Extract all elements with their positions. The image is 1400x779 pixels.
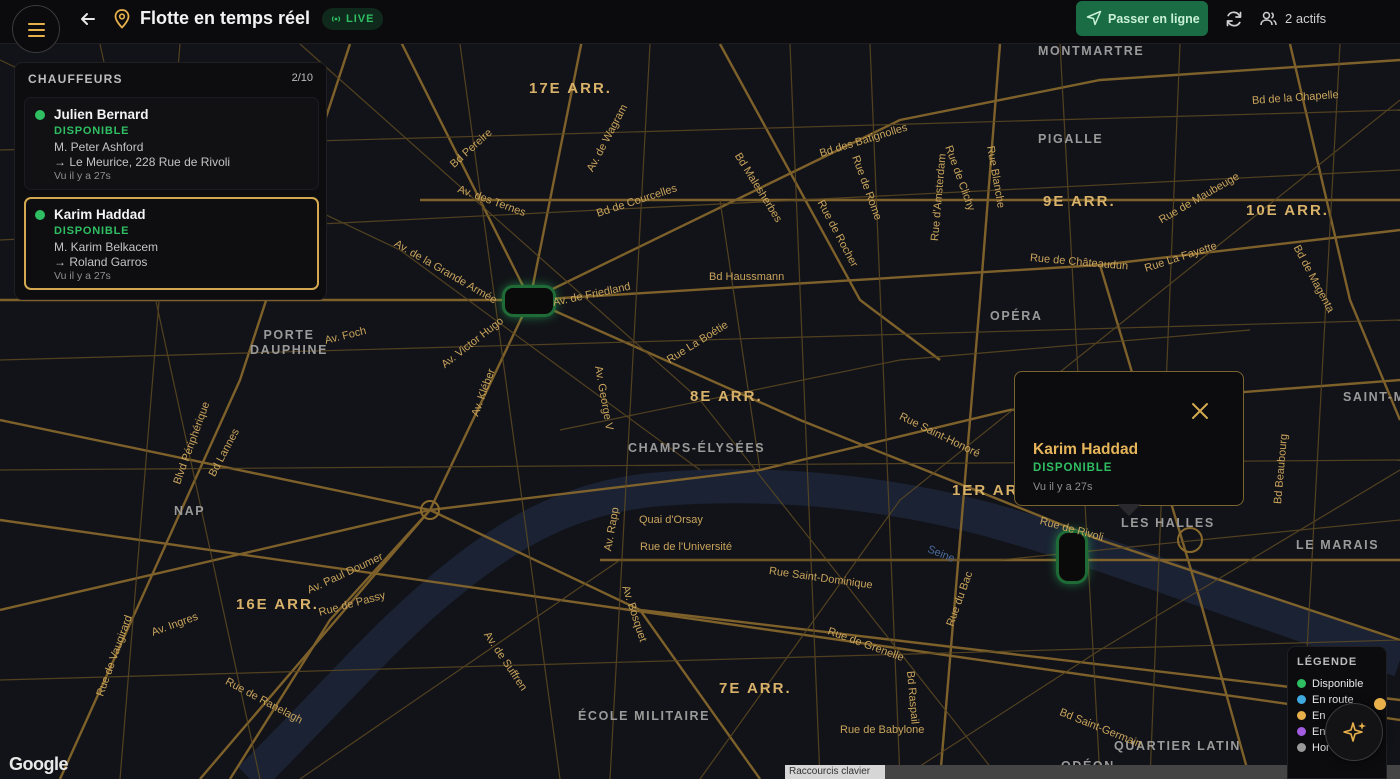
district-label: OPÉRA [990, 309, 1043, 323]
top-bar: Flotte en temps réel LIVE Passer en lign… [0, 0, 1400, 44]
legend-dot [1297, 711, 1306, 720]
app-root: 17E ARR. 9E ARR. 10E ARR. 8E ARR. 16E AR… [0, 0, 1400, 779]
arr-label: 7E ARR. [719, 680, 792, 697]
arr-label: 1ER AR [952, 482, 1019, 499]
live-badge: LIVE [322, 8, 384, 30]
legend-dot [1297, 679, 1306, 688]
driver-status: DISPONIBLE [54, 125, 130, 137]
district-label: LES HALLES [1121, 516, 1215, 530]
street-label: Quai d'Orsay [639, 514, 703, 526]
drivers-panel-title: CHAUFFEURS [28, 72, 123, 86]
arr-label: 9E ARR. [1043, 193, 1116, 210]
broadcast-icon [331, 16, 341, 22]
driver-destination: → Roland Garros [54, 255, 148, 269]
district-label: MONTMARTRE [1038, 44, 1145, 58]
refresh-icon[interactable] [1224, 9, 1244, 29]
popup-last-seen: Vu il y a 27s [1033, 481, 1093, 493]
street-label: Rue de Babylone [840, 724, 925, 736]
menu-button[interactable] [12, 5, 60, 53]
navigation-icon [1086, 10, 1102, 26]
back-arrow-icon[interactable] [78, 9, 98, 29]
users-icon [1260, 10, 1277, 27]
popup-driver-status: DISPONIBLE [1033, 462, 1113, 474]
drivers-count: 2/10 [291, 72, 313, 84]
legend-label: Disponible [1312, 678, 1364, 690]
go-online-button[interactable]: Passer en ligne [1076, 1, 1208, 36]
district-label: NAP [174, 504, 206, 518]
driver-status: DISPONIBLE [54, 225, 130, 237]
keyboard-shortcuts-link[interactable]: Raccourcis clavier [785, 765, 885, 779]
district-label: PORTE DAUPHINE [249, 328, 329, 357]
driver-card-karim-haddad[interactable]: Karim Haddad DISPONIBLE M. Karim Belkace… [24, 197, 319, 290]
go-online-label: Passer en ligne [1108, 11, 1200, 26]
district-label: ÉCOLE MILITAIRE [578, 709, 711, 723]
status-dot [35, 110, 45, 120]
vehicle-marker-julien[interactable] [505, 288, 553, 314]
district-label: PIGALLE [1038, 132, 1104, 146]
notification-dot [1374, 698, 1386, 710]
driver-name: Karim Haddad [54, 207, 146, 222]
legend-item-5: Hor [1297, 742, 1330, 754]
legend-dot [1297, 695, 1306, 704]
close-icon[interactable] [1190, 401, 1210, 421]
driver-card-julien-bernard[interactable]: Julien Bernard DISPONIBLE M. Peter Ashfo… [24, 97, 319, 190]
legend-label: En [1312, 726, 1326, 738]
legend-title: LÉGENDE [1297, 656, 1358, 668]
drivers-panel: CHAUFFEURS 2/10 Julien Bernard DISPONIBL… [14, 62, 327, 300]
driver-client: M. Peter Ashford [54, 140, 144, 154]
driver-last-seen: Vu il y a 27s [54, 170, 111, 182]
arr-label: 8E ARR. [690, 388, 763, 405]
ai-assistant-button[interactable] [1325, 703, 1383, 761]
driver-destination: → Le Meurice, 228 Rue de Rivoli [54, 155, 231, 169]
district-label: LE MARAIS [1296, 538, 1380, 552]
popup-driver-name: Karim Haddad [1033, 441, 1139, 458]
map-pin-icon [114, 9, 130, 29]
legend-item-available: Disponible [1297, 678, 1363, 690]
driver-last-seen: Vu il y a 27s [54, 270, 111, 282]
live-label: LIVE [346, 13, 375, 25]
vehicle-marker-karim[interactable] [1059, 533, 1085, 581]
legend-label: En [1312, 710, 1326, 722]
legend-item-4: En [1297, 726, 1325, 738]
google-attribution: Google [9, 754, 69, 774]
driver-client: M. Karim Belkacem [54, 240, 159, 254]
hamburger-icon [28, 23, 45, 25]
driver-name: Julien Bernard [54, 107, 149, 122]
arr-label: 16E ARR. [236, 596, 319, 613]
arr-label: 17E ARR. [529, 80, 612, 97]
status-dot [35, 210, 45, 220]
street-label: Bd Haussmann [709, 271, 785, 283]
district-label: CHAMPS-ÉLYSÉES [628, 441, 766, 455]
driver-info-popup: Karim Haddad DISPONIBLE Vu il y a 27s [1014, 371, 1244, 506]
arr-label: 10E ARR. [1246, 202, 1329, 219]
legend-dot [1297, 743, 1306, 752]
active-drivers-count: 2 actifs [1285, 11, 1327, 26]
sparkles-icon [1343, 722, 1366, 742]
popup-pointer [1117, 504, 1141, 516]
street-label: Rue de l'Université [640, 541, 732, 553]
page-title: Flotte en temps réel [140, 8, 311, 28]
legend-dot [1297, 727, 1306, 736]
district-label: SAINT-M [1343, 390, 1400, 404]
legend-item-3: En [1297, 710, 1325, 722]
